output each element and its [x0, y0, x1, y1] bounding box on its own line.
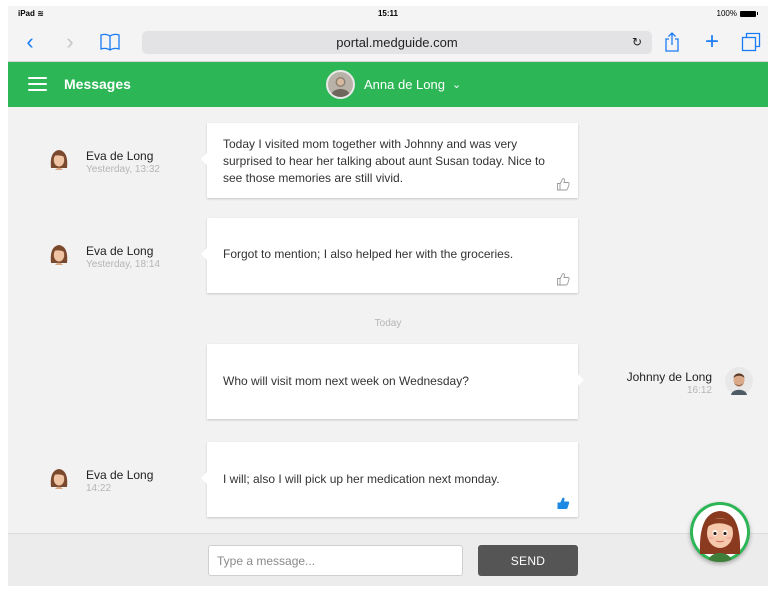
back-arrow-icon[interactable]: ‹	[18, 30, 42, 54]
message-bubble: Today I visited mom together with Johnny…	[201, 123, 578, 198]
thumbs-up-icon[interactable]	[556, 272, 570, 286]
new-tab-icon[interactable]: +	[700, 30, 724, 54]
battery-label: 100%	[716, 9, 737, 18]
avatar	[48, 243, 70, 267]
thumbs-up-icon[interactable]	[556, 496, 570, 510]
send-button[interactable]: SEND	[478, 545, 578, 576]
page-title: Messages	[64, 76, 131, 92]
tabs-overview-icon[interactable]	[739, 30, 763, 54]
message-timestamp: Yesterday, 13:32	[86, 164, 160, 175]
hamburger-menu-icon[interactable]	[28, 77, 47, 91]
sender-name: Eva de Long	[86, 244, 154, 258]
message-text: Who will visit mom next week on Wednesda…	[223, 374, 469, 388]
sender-name: Eva de Long	[86, 468, 154, 482]
battery-icon	[740, 10, 758, 17]
message-text: Today I visited mom together with Johnny…	[223, 137, 545, 185]
thumbs-up-icon[interactable]	[556, 177, 570, 191]
sender-name: Eva de Long	[86, 149, 154, 163]
assistant-avatar-icon	[693, 505, 747, 562]
user-switcher[interactable]: Anna de Long ⌄	[326, 69, 461, 100]
list-item: Who will visit mom next week on Wednesda…	[8, 344, 768, 419]
avatar	[48, 148, 70, 172]
day-divider: Today	[374, 318, 402, 329]
list-item: Eva de Long 14:22 I will; also I will pi…	[8, 442, 768, 517]
chevron-down-icon: ⌄	[451, 79, 462, 91]
bookmarks-icon[interactable]	[98, 30, 122, 54]
message-composer: SEND	[8, 533, 768, 586]
ipad-screen: iPad ≋ 15:11 100% ‹ › portal.medguide.co…	[8, 6, 768, 586]
sender-name: Johnny de Long	[626, 370, 712, 384]
avatar	[326, 70, 355, 99]
message-input[interactable]	[208, 545, 463, 576]
avatar	[48, 467, 70, 491]
message-bubble: Forgot to mention; I also helped her wit…	[201, 218, 578, 293]
address-bar[interactable]: portal.medguide.com ↻	[142, 31, 652, 54]
message-timestamp: Yesterday, 18:14	[86, 259, 160, 270]
battery-status: 100%	[716, 9, 758, 18]
url-text: portal.medguide.com	[336, 35, 458, 50]
status-time: 15:11	[377, 9, 399, 18]
message-timestamp: 16:12	[686, 385, 712, 396]
app-header: Messages Anna de Long ⌄	[8, 62, 768, 107]
share-icon[interactable]	[660, 30, 684, 54]
assistant-avatar-button[interactable]	[690, 502, 750, 562]
avatar	[725, 367, 753, 395]
message-timestamp: 14:22	[86, 483, 112, 494]
message-list: Eva de Long Yesterday, 13:32 Today I vis…	[8, 107, 768, 533]
list-item: Eva de Long Yesterday, 13:32 Today I vis…	[8, 123, 768, 198]
current-user-name: Anna de Long	[364, 77, 445, 92]
message-text: Forgot to mention; I also helped her wit…	[223, 247, 514, 261]
message-bubble: I will; also I will pick up her medicati…	[201, 442, 578, 517]
message-bubble: Who will visit mom next week on Wednesda…	[207, 344, 584, 419]
forward-arrow-icon[interactable]: ›	[58, 30, 82, 54]
status-bar: iPad ≋ 15:11 100%	[8, 6, 768, 22]
reload-icon[interactable]: ↻	[632, 31, 642, 54]
browser-toolbar: ‹ › portal.medguide.com ↻ +	[8, 22, 768, 62]
list-item: Eva de Long Yesterday, 18:14 Forgot to m…	[8, 218, 768, 293]
message-text: I will; also I will pick up her medicati…	[223, 472, 500, 486]
